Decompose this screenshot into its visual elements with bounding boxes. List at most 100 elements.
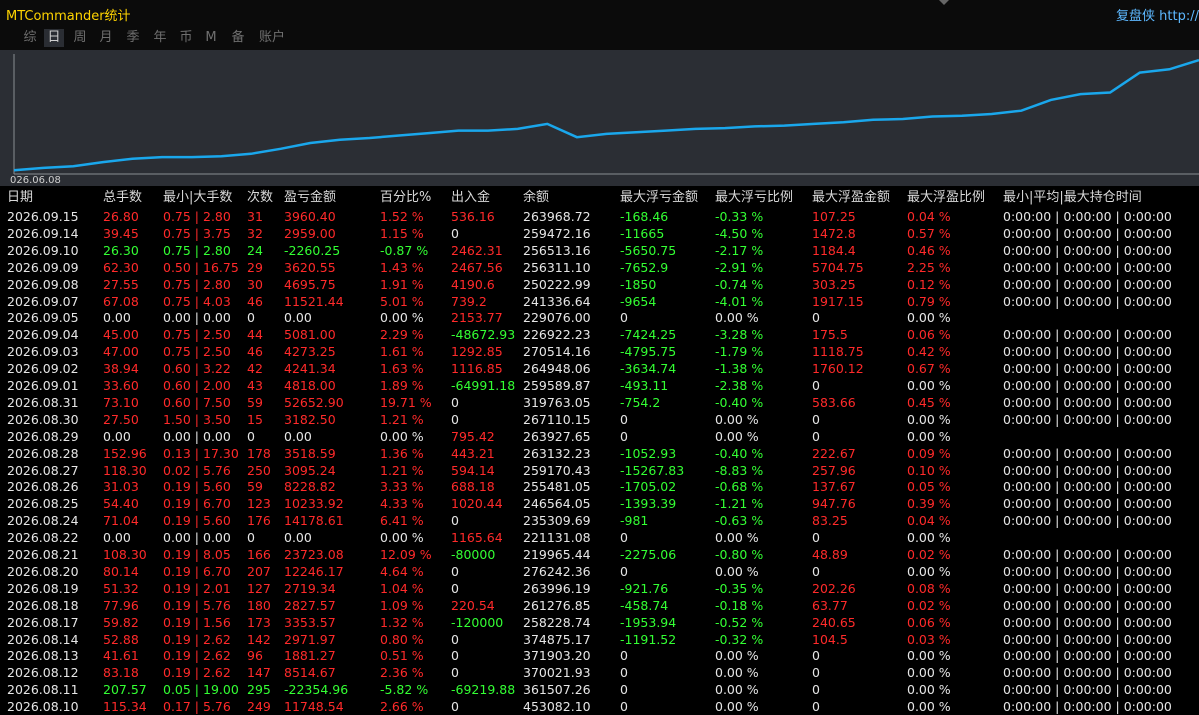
table-cell: 24 xyxy=(247,242,263,258)
table-row[interactable]: 2026.08.24 71.04 0.19 | 5.60 176 14178.61 6.4… xyxy=(0,512,1199,529)
table-row[interactable]: 2026.09.07 67.08 0.75 | 4.03 46 11521.44 5.01… xyxy=(0,293,1199,310)
table-row[interactable]: 2026.09.10 26.30 0.75 | 2.80 24 -2260.25 -0.8… xyxy=(0,242,1199,259)
column-header-0[interactable]: 日期 xyxy=(7,189,33,206)
column-header-4[interactable]: 盈亏金额 xyxy=(284,189,336,206)
table-row[interactable]: 2026.09.14 39.45 0.75 | 3.75 32 2959.00 1.15 … xyxy=(0,225,1199,242)
table-row[interactable]: 2026.09.03 47.00 0.75 | 2.50 46 4273.25 1.61 … xyxy=(0,343,1199,360)
table-cell: 0 xyxy=(451,699,459,715)
table-cell: 0.00 % xyxy=(907,699,951,715)
table-cell: -8.83 % xyxy=(715,462,764,478)
table-cell: 263968.72 xyxy=(523,209,591,224)
table-row[interactable]: 2026.08.22 0.00 0.00 | 0.00 0 0.00 0.00 % 1165… xyxy=(0,529,1199,546)
table-cell: 59.82 xyxy=(103,614,139,630)
table-row[interactable]: 2026.09.01 33.60 0.60 | 2.00 43 4818.00 1.89 … xyxy=(0,377,1199,394)
table-cell: 0:00:00 | 0:00:00 | 0:00:00 xyxy=(1003,259,1172,275)
header-link[interactable]: 复盘侠 http:// xyxy=(1116,5,1199,24)
table-cell: 1760.12 xyxy=(812,361,864,377)
table-cell: 0 xyxy=(620,648,628,664)
table-cell: 3182.50 xyxy=(284,411,336,427)
table-cell: 1472.8 xyxy=(812,225,856,241)
table-cell: 2026.08.24 xyxy=(7,513,79,529)
table-cell: 54.40 xyxy=(103,496,139,512)
table-row[interactable]: 2026.08.17 59.82 0.19 | 1.56 173 3353.57 1.32… xyxy=(0,614,1199,631)
column-header-5[interactable]: 百分比% xyxy=(380,189,431,206)
column-header-10[interactable]: 最大浮盈金额 xyxy=(812,189,890,206)
table-cell: 107.25 xyxy=(812,209,856,224)
table-cell: 0 xyxy=(812,310,820,326)
table-cell: 2.66 % xyxy=(380,699,424,715)
table-row[interactable]: 2026.08.11 207.57 0.05 | 19.00 295 -22354.96… xyxy=(0,681,1199,698)
table-cell: 137.67 xyxy=(812,479,856,495)
column-header-12[interactable]: 最小|平均|最大持仓时间 xyxy=(1003,189,1142,206)
table-cell: 0 xyxy=(812,665,820,681)
table-cell: -168.46 xyxy=(620,209,669,224)
tab-7[interactable]: M xyxy=(201,29,221,47)
table-cell: 2026.08.19 xyxy=(7,580,79,596)
tab-5[interactable]: 年 xyxy=(150,29,170,47)
column-header-3[interactable]: 次数 xyxy=(247,189,273,206)
column-header-11[interactable]: 最大浮盈比例 xyxy=(907,189,985,206)
table-cell: 1.32 % xyxy=(380,614,424,630)
table-cell: 12.09 % xyxy=(380,547,432,562)
table-cell: -7652.9 xyxy=(620,259,669,275)
tab-0[interactable]: 综 xyxy=(20,29,40,47)
table-cell: 0 xyxy=(451,580,459,596)
table-row[interactable]: 2026.08.27 118.30 0.02 | 5.76 250 3095.24 1.2… xyxy=(0,462,1199,479)
tab-3[interactable]: 月 xyxy=(96,29,116,47)
table-row[interactable]: 2026.08.21 108.30 0.19 | 8.05 166 23723.08 12… xyxy=(0,546,1199,563)
tab-4[interactable]: 季 xyxy=(123,29,143,47)
table-row[interactable]: 2026.08.18 77.96 0.19 | 5.76 180 2827.57 1.09… xyxy=(0,597,1199,614)
table-row[interactable]: 2026.09.09 62.30 0.50 | 16.75 29 3620.55 1.43… xyxy=(0,259,1199,276)
table-row[interactable]: 2026.08.13 41.61 0.19 | 2.62 96 1881.27 0.51 … xyxy=(0,647,1199,664)
table-cell: 0:00:00 | 0:00:00 | 0:00:00 xyxy=(1003,344,1172,360)
table-cell: 14178.61 xyxy=(284,513,344,529)
table-cell: 173 xyxy=(247,614,271,630)
table-row[interactable]: 2026.08.14 52.88 0.19 | 2.62 142 2971.97 0.80… xyxy=(0,631,1199,648)
table-row[interactable]: 2026.08.29 0.00 0.00 | 0.00 0 0.00 0.00 % 795.… xyxy=(0,428,1199,445)
table-row[interactable]: 2026.08.19 51.32 0.19 | 2.01 127 2719.34 1.04… xyxy=(0,580,1199,597)
table-cell: 2026.08.10 xyxy=(7,699,79,715)
tab-8[interactable]: 备 xyxy=(228,29,248,47)
table-row[interactable]: 2026.08.28 152.96 0.13 | 17.30 178 3518.59 1.… xyxy=(0,445,1199,462)
table-row[interactable]: 2026.09.02 38.94 0.60 | 3.22 42 4241.34 1.63 … xyxy=(0,360,1199,377)
table-row[interactable]: 2026.09.08 27.55 0.75 | 2.80 30 4695.75 1.91 … xyxy=(0,276,1199,293)
table-cell: 947.76 xyxy=(812,496,856,512)
table-cell: 0.00 % xyxy=(907,648,951,664)
table-cell: 0 xyxy=(812,530,820,546)
table-row[interactable]: 2026.08.30 27.50 1.50 | 3.50 15 3182.50 1.21 … xyxy=(0,411,1199,428)
table-row[interactable]: 2026.08.10 115.34 0.17 | 5.76 249 11748.54 2.… xyxy=(0,698,1199,715)
table-cell: 0 xyxy=(451,631,459,647)
table-cell: 30 xyxy=(247,276,263,292)
dropdown-caret-icon[interactable] xyxy=(939,0,949,5)
tab-1[interactable]: 日 xyxy=(44,29,64,47)
table-cell: -2260.25 xyxy=(284,242,341,258)
tab-9[interactable]: 账户 xyxy=(254,29,290,47)
column-header-6[interactable]: 出入金 xyxy=(451,189,490,206)
table-cell: 2026.08.22 xyxy=(7,530,79,546)
table-row[interactable]: 2026.08.12 83.18 0.19 | 2.62 147 8514.67 2.36… xyxy=(0,664,1199,681)
table-row[interactable]: 2026.08.20 80.14 0.19 | 6.70 207 12246.17 4.6… xyxy=(0,563,1199,580)
table-cell: 0:00:00 | 0:00:00 | 0:00:00 xyxy=(1003,682,1172,698)
table-cell: 0.00 % xyxy=(907,411,951,427)
column-header-1[interactable]: 总手数 xyxy=(103,189,142,206)
table-cell: 0.75 | 2.50 xyxy=(163,344,231,360)
tab-6[interactable]: 币 xyxy=(176,29,196,47)
column-header-2[interactable]: 最小|大手数 xyxy=(163,189,232,206)
table-cell: 0.60 | 3.22 xyxy=(163,361,231,377)
table-cell: 263927.65 xyxy=(523,428,591,444)
table-row[interactable]: 2026.09.05 0.00 0.00 | 0.00 0 0.00 0.00 % 2153… xyxy=(0,309,1199,326)
table-row[interactable]: 2026.09.04 45.00 0.75 | 2.50 44 5081.00 2.29 … xyxy=(0,326,1199,343)
table-row[interactable]: 2026.08.31 73.10 0.60 | 7.50 59 52652.90 19.7… xyxy=(0,394,1199,411)
table-cell: 0 xyxy=(247,428,255,444)
column-header-8[interactable]: 最大浮亏金额 xyxy=(620,189,698,206)
table-cell: 0:00:00 | 0:00:00 | 0:00:00 xyxy=(1003,631,1172,647)
column-header-9[interactable]: 最大浮亏比例 xyxy=(715,189,793,206)
table-row[interactable]: 2026.08.26 31.03 0.19 | 5.60 59 8228.82 3.33 … xyxy=(0,478,1199,495)
table-row[interactable]: 2026.08.25 54.40 0.19 | 6.70 123 10233.92 4.3… xyxy=(0,495,1199,512)
column-header-7[interactable]: 余额 xyxy=(523,189,549,206)
table-cell: 2827.57 xyxy=(284,597,336,613)
chart-x-start-label: 026.06.08 xyxy=(10,175,61,186)
table-row[interactable]: 2026.09.15 26.80 0.75 | 2.80 31 3960.40 1.52 … xyxy=(0,208,1199,225)
tab-2[interactable]: 周 xyxy=(70,29,90,47)
table-cell: 2026.09.14 xyxy=(7,225,79,241)
